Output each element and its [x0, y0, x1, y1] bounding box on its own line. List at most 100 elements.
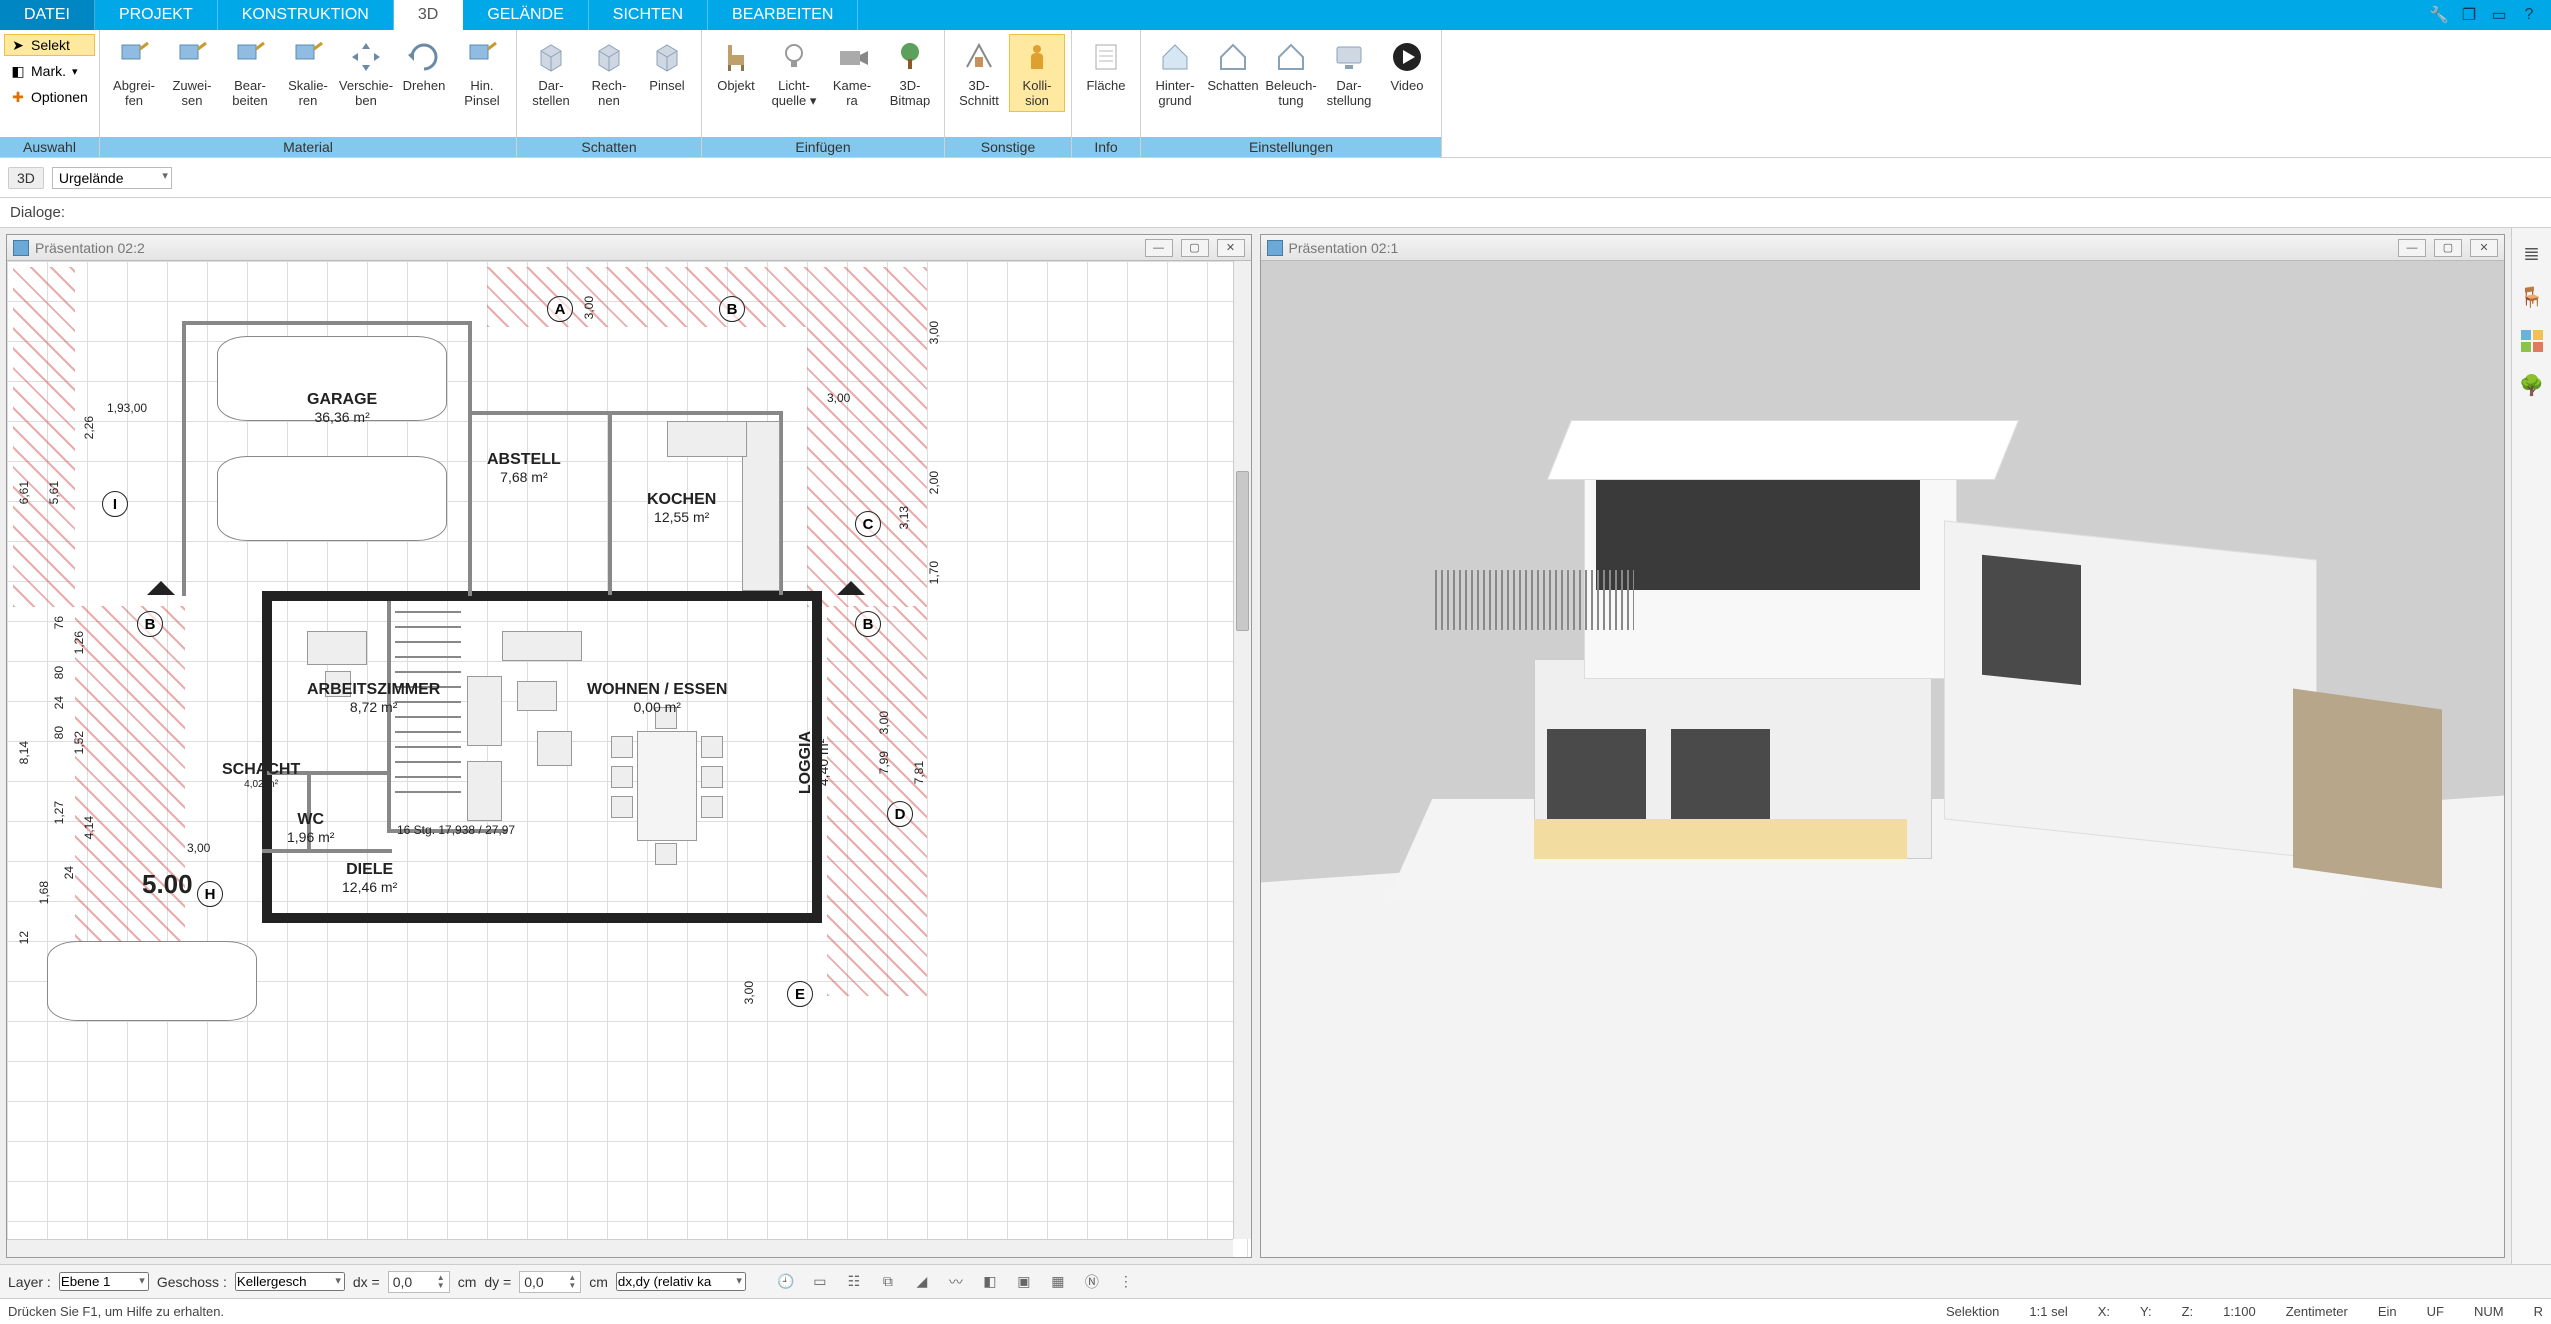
options-tool[interactable]: ✚ Optionen [4, 86, 95, 108]
pane-max-button[interactable]: ▢ [2434, 239, 2462, 257]
room-label: ABSTELL7,68 m² [487, 451, 561, 485]
terrain-combo[interactable] [52, 167, 172, 189]
ribbon-abgreifen-button[interactable]: Abgrei- fen [106, 34, 162, 112]
ribbon-btn-label: Abgrei- fen [113, 79, 155, 109]
pane-min-button[interactable]: — [1145, 239, 1173, 257]
plus-icon: ✚ [9, 89, 27, 105]
ribbon-group-label: Auswahl [0, 137, 99, 157]
ribbon-bitmap3d-button[interactable]: 3D- Bitmap [882, 34, 938, 112]
menu-datei[interactable]: DATEI [0, 0, 95, 30]
ribbon-verschieben-button[interactable]: Verschie- ben [338, 34, 394, 112]
stack-icon[interactable]: ☷ [842, 1270, 866, 1294]
tree-icon[interactable]: 🌳 [2517, 370, 2547, 400]
menu-gelände[interactable]: GELÄNDE [463, 0, 588, 30]
dimension-label: 16 Stg. 17,938 / 27,97 [397, 823, 515, 837]
ribbon-lichtquelle-button[interactable]: Licht- quelle ▾ [766, 34, 822, 112]
window-icon[interactable]: ❐ [2457, 3, 2481, 27]
ribbon-darstellung-button[interactable]: Dar- stellung [1321, 34, 1377, 112]
dy-unit: cm [589, 1274, 608, 1290]
kitchen-counter [667, 421, 747, 457]
ribbon-group-label: Sonstige [945, 137, 1071, 157]
grid-icon[interactable]: ▦ [1046, 1270, 1070, 1294]
pane-max-button[interactable]: ▢ [1181, 239, 1209, 257]
ribbon-drehen-button[interactable]: Drehen [396, 34, 452, 97]
ribbon-pinsel-button[interactable]: Pinsel [639, 34, 695, 97]
help-icon[interactable]: ? [2517, 3, 2541, 27]
ribbon-schnitt3d-button[interactable]: 3D- Schnitt [951, 34, 1007, 112]
menu-bearbeiten[interactable]: BEARBEITEN [708, 0, 858, 30]
chair-icon[interactable]: 🪑 [2517, 282, 2547, 312]
box-icon[interactable]: ▣ [1012, 1270, 1036, 1294]
layer-icon[interactable]: ◧ [978, 1270, 1002, 1294]
select-tool[interactable]: ➤ Selekt [4, 34, 95, 56]
bulb-icon [774, 37, 814, 77]
menu-bar: DATEIPROJEKTKONSTRUKTION3DGELÄNDESICHTEN… [0, 0, 2551, 30]
dx-input[interactable]: 0,0▲▼ [388, 1271, 450, 1293]
ribbon-group-schatten: Dar- stellenRech- nenPinselSchatten [517, 30, 702, 157]
cube-icon [531, 37, 571, 77]
scrollbar-vertical[interactable] [1233, 261, 1251, 1239]
menu-projekt[interactable]: PROJEKT [95, 0, 218, 30]
ribbon-schatten2-button[interactable]: Schatten [1205, 34, 1261, 97]
wave-icon[interactable]: 〰 [944, 1270, 968, 1294]
dimension-label: 3,00 [827, 391, 850, 405]
ribbon-kollision-button[interactable]: Kolli- sion [1009, 34, 1065, 112]
pane-close-button[interactable]: ✕ [2470, 239, 2498, 257]
ribbon-objekt-button[interactable]: Objekt [708, 34, 764, 97]
minimize-icon[interactable]: ▭ [2487, 3, 2511, 27]
palette-icon[interactable] [2517, 326, 2547, 356]
arbeitszimmer-desk [307, 631, 367, 665]
chair [701, 766, 723, 788]
mark-tool[interactable]: ◧ Mark. ▾ [4, 60, 95, 82]
ribbon-beleuchtung-button[interactable]: Beleuch- tung [1263, 34, 1319, 112]
copy-icon[interactable]: ⧉ [876, 1270, 900, 1294]
ribbon-btn-label: Dar- stellen [532, 79, 570, 109]
view3d[interactable] [1261, 261, 2505, 1257]
menu-konstruktion[interactable]: KONSTRUKTION [218, 0, 394, 30]
doc-icon [13, 240, 29, 256]
slope-icon[interactable]: ◢ [910, 1270, 934, 1294]
scrollbar-horizontal[interactable] [7, 1239, 1233, 1257]
brush-icon [462, 37, 502, 77]
dy-input[interactable]: 0,0▲▼ [519, 1271, 581, 1293]
clock-icon[interactable]: 🕘 [774, 1270, 798, 1294]
mark-label: Mark. [31, 63, 66, 79]
chair [701, 796, 723, 818]
floor-combo[interactable] [235, 1272, 345, 1291]
pane-close-button[interactable]: ✕ [1217, 239, 1245, 257]
room-label: KOCHEN12,55 m² [647, 491, 716, 525]
ribbon-darstellen-button[interactable]: Dar- stellen [523, 34, 579, 112]
titlebar-icons: 🔧 ❐ ▭ ? [2427, 0, 2551, 30]
brush-icon [288, 37, 328, 77]
rect-icon[interactable]: ▭ [808, 1270, 832, 1294]
ribbon-group-info: FlächeInfo [1072, 30, 1141, 157]
wrench-icon[interactable]: 🔧 [2427, 3, 2451, 27]
north-icon[interactable]: Ⓝ [1080, 1270, 1104, 1294]
menu-sichten[interactable]: SICHTEN [589, 0, 708, 30]
plan-view[interactable]: GARAGE36,36 m²ABSTELL7,68 m²KOCHEN12,55 … [7, 261, 1251, 1257]
pane-min-button[interactable]: — [2398, 239, 2426, 257]
ribbon-btn-label: Kolli- sion [1023, 79, 1052, 109]
layer-combo[interactable] [59, 1272, 149, 1291]
cursor-icon: ➤ [9, 37, 27, 53]
menu-3d[interactable]: 3D [394, 0, 463, 30]
room-label: ARBEITSZIMMER8,72 m² [307, 681, 440, 715]
ribbon-btn-label: Drehen [403, 79, 446, 94]
layers-icon[interactable]: ≣ [2517, 238, 2547, 268]
dimension-label: 1,52 [72, 731, 86, 754]
ribbon-zuweisen-button[interactable]: Zuwei- sen [164, 34, 220, 112]
ribbon-rechnen-button[interactable]: Rech- nen [581, 34, 637, 112]
ribbon-bearbeiten-button[interactable]: Bear- beiten [222, 34, 278, 112]
coord-mode-combo[interactable] [616, 1272, 746, 1291]
ribbon-video-button[interactable]: Video [1379, 34, 1435, 97]
ribbon-kamera-button[interactable]: Kame- ra [824, 34, 880, 112]
ribbon-hinpinsel-button[interactable]: Hin. Pinsel [454, 34, 510, 112]
ribbon-flaeche-button[interactable]: Fläche [1078, 34, 1134, 97]
dimension-label: 2,00 [927, 471, 941, 494]
ribbon-hintergrund-button[interactable]: Hinter- grund [1147, 34, 1203, 112]
status-y: Y: [2140, 1304, 2152, 1319]
dimension-label: 12 [17, 931, 31, 944]
ribbon-skalieren-button[interactable]: Skalie- ren [280, 34, 336, 112]
menu-icon[interactable]: ⋮ [1114, 1270, 1138, 1294]
chair [611, 736, 633, 758]
